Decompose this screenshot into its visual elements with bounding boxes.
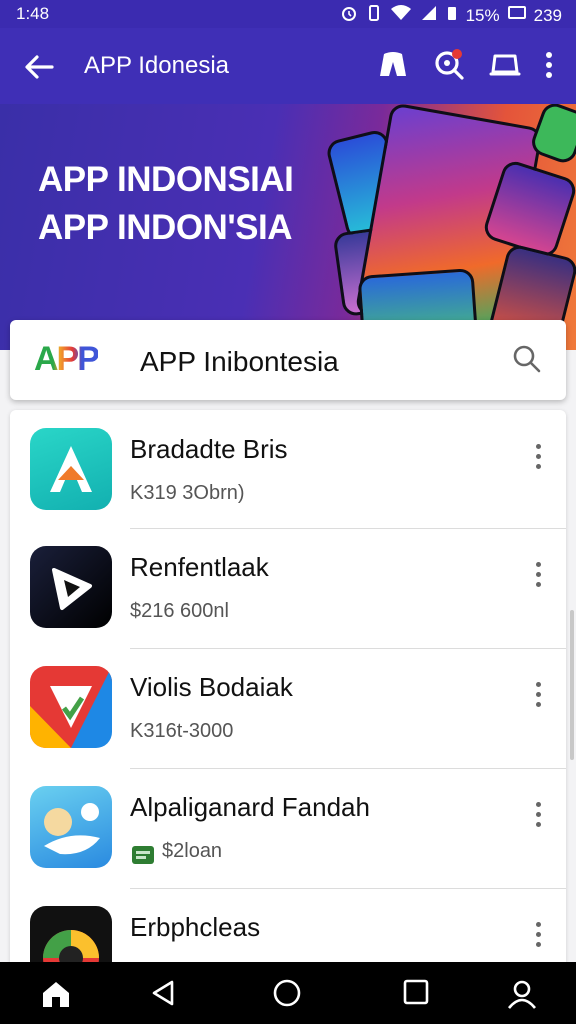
list-item[interactable]: Bradadte Bris K319 3Obrn) — [10, 410, 566, 530]
app-name: Renfentlaak — [130, 552, 269, 582]
list-item[interactable]: Alpaliganard Fandah $2loan — [10, 768, 566, 888]
app-icon — [30, 786, 112, 868]
app-icon — [30, 906, 112, 970]
app-bar: APP Idonesia — [0, 28, 576, 104]
search-notification-icon[interactable] — [432, 48, 466, 82]
app-icon — [30, 546, 112, 628]
list-item[interactable]: Renfentlaak $216 600nl — [10, 528, 566, 648]
wifi-icon — [390, 4, 412, 27]
app-subtitle: K319 3Obrn) — [130, 482, 245, 504]
vibrate-icon — [366, 4, 382, 27]
cast-icon[interactable] — [488, 48, 522, 82]
search-bar[interactable]: APP APP Inibontesia — [10, 320, 566, 400]
scrollbar[interactable] — [570, 610, 574, 760]
app-name: Erbphcleas — [130, 912, 261, 942]
more-vert-icon[interactable] — [530, 444, 546, 474]
more-vert-icon[interactable] — [530, 682, 546, 712]
signal-icon — [420, 4, 438, 27]
back-nav-icon[interactable] — [148, 978, 178, 1013]
list-item[interactable]: Violis Bodaiak K316t-3000 — [10, 648, 566, 768]
banner-headline-2: APP INDON'SIA — [38, 208, 293, 247]
home-tab-icon[interactable] — [40, 978, 72, 1015]
system-nav-bar — [0, 962, 576, 1024]
back-arrow-icon[interactable] — [22, 50, 56, 84]
home-nav-icon[interactable] — [272, 978, 302, 1013]
app-subtitle: $2loan — [162, 840, 223, 862]
app-name: Alpaliganard Fandah — [130, 792, 370, 822]
app-logo: APP — [34, 340, 100, 378]
status-extra-text: 239 — [533, 5, 562, 25]
app-bar-title: APP Idonesia — [84, 52, 229, 79]
app-icon — [30, 428, 112, 510]
banner-headline-1: APP INDONSIAI — [38, 160, 294, 199]
recents-nav-icon[interactable] — [402, 978, 430, 1011]
app-name: Bradadte Bris — [130, 434, 288, 464]
app-list: Bradadte Bris K319 3Obrn) Renfentlaak $2… — [10, 410, 566, 970]
more-vert-icon[interactable] — [530, 922, 546, 952]
list-item[interactable]: Erbphcleas — [10, 888, 566, 970]
more-vert-icon[interactable] — [544, 50, 554, 80]
app-icon — [30, 666, 112, 748]
more-vert-icon[interactable] — [530, 802, 546, 832]
status-time: 1:48 — [16, 4, 50, 23]
more-vert-icon[interactable] — [530, 562, 546, 592]
app-subtitle: K316t-3000 — [130, 720, 234, 742]
app-subtitle: $216 600nl — [130, 600, 229, 622]
profile-icon[interactable] — [506, 978, 538, 1015]
battery-icon — [446, 4, 458, 27]
battery-text: 15% — [465, 5, 500, 25]
search-icon[interactable] — [512, 344, 542, 379]
app-name: Violis Bodaiak — [130, 672, 293, 702]
price-tag-icon — [130, 842, 156, 871]
screen-icon — [507, 5, 526, 26]
search-query-text[interactable]: APP Inibontesia — [140, 346, 339, 378]
promo-banner[interactable]: APP INDONSIAI APP INDON'SIA — [0, 104, 576, 350]
alarm-icon — [340, 4, 358, 27]
store-bag-icon[interactable] — [376, 48, 410, 82]
status-bar: 1:48 15% 239 — [0, 0, 576, 28]
